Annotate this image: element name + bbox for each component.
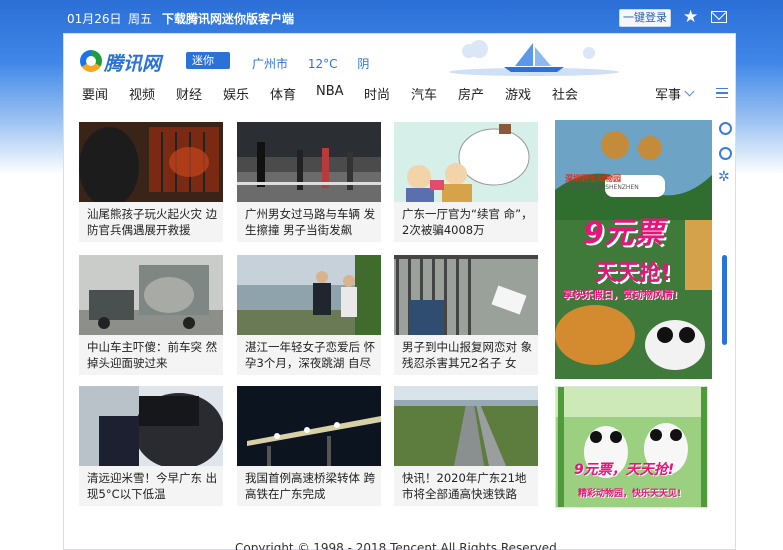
date-text: 01月26日 (67, 12, 122, 26)
news-thumbnail (237, 122, 381, 202)
news-thumbnail (79, 122, 223, 202)
news-caption: 中山车主吓傻：前车突 然掉头迎面驶过来 (87, 340, 218, 370)
mail-icon[interactable] (711, 11, 727, 23)
tencent-logo[interactable]: 腾讯网 迷你版 (80, 49, 230, 84)
ad-small-subtitle: 精彩动物园，快乐天天见! (578, 489, 682, 499)
news-card[interactable]: 中山车主吓傻：前车突 然掉头迎面驶过来 (79, 255, 223, 375)
news-card[interactable]: 我国首例高速桥梁转体 跨高铁在广东完成 (237, 386, 381, 506)
news-thumbnail (394, 386, 538, 466)
nav-item-nba[interactable]: NBA (316, 84, 344, 99)
news-card[interactable]: 汕尾熊孩子玩火起火灾 边防官兵偶遇展开救援 (79, 122, 223, 242)
weather-info[interactable]: 广州市 12°C 阴 (252, 55, 385, 72)
ad-headline: 9元票 (583, 216, 664, 251)
news-card[interactable]: 快讯！2020年广东21地 市将全部通高快速铁路 (394, 386, 538, 506)
news-caption: 广东一厅官为“续官 命”，2次被骗4008万 (402, 207, 533, 237)
ad-park-name: 深圳野生动物园 (565, 174, 621, 183)
one-click-login-button[interactable]: 一键登录 (619, 9, 671, 27)
news-thumbnail (79, 255, 223, 335)
news-thumbnail (237, 386, 381, 466)
weather-condition-text: 阴 (357, 57, 370, 71)
copyright-footer: Copyright © 1998 - 2018 Tencent All Righ… (235, 541, 557, 550)
sailboat-illustration-icon (449, 40, 619, 76)
nav-more-military[interactable]: 军事 (655, 84, 681, 103)
category-nav: 要闻 视频 财经 娱乐 体育 NBA 时尚 汽车 房产 游戏 社会 军事 (64, 82, 735, 106)
ad-park-name-en: SAFARI PARK SHENZHEN (565, 184, 639, 191)
news-caption: 男子到中山报复网恋对 象 残忍杀害其兄2名子 女 (402, 340, 533, 370)
play-icon[interactable] (719, 147, 732, 160)
news-caption: 我国首例高速桥梁转体 跨高铁在广东完成 (245, 471, 376, 501)
star-icon[interactable]: ★ (683, 7, 698, 27)
nav-item-games[interactable]: 游戏 (505, 84, 531, 103)
refresh-icon[interactable] (719, 122, 732, 135)
settings-icon[interactable]: ✲ (718, 169, 730, 185)
scrollbar-thumb[interactable] (722, 255, 727, 345)
news-card[interactable]: 广东一厅官为“续官 命”，2次被骗4008万 (394, 122, 538, 242)
news-caption: 快讯！2020年广东21地 市将全部通高快速铁路 (402, 471, 527, 501)
nav-item-yaowen[interactable]: 要闻 (82, 84, 108, 103)
news-thumbnail (79, 386, 223, 466)
nav-item-sports[interactable]: 体育 (270, 84, 296, 103)
ad-subtitle: 享快乐假日，赏动物风情! (563, 290, 678, 301)
nav-item-society[interactable]: 社会 (552, 84, 578, 103)
news-thumbnail (237, 255, 381, 335)
nav-item-video[interactable]: 视频 (129, 84, 155, 103)
news-caption: 汕尾熊孩子玩火起火灾 边防官兵偶遇展开救援 (87, 207, 218, 237)
menu-icon[interactable] (716, 88, 728, 98)
ad-slogan: 天天抢! (595, 261, 672, 286)
chevron-down-icon[interactable] (684, 86, 695, 97)
ad-small-headline: 9元票，天天抢! (574, 462, 675, 478)
nav-item-fashion[interactable]: 时尚 (364, 84, 390, 103)
news-card[interactable]: 清远迎米雪！今早广东 出现5°C以下低温 (79, 386, 223, 506)
news-caption: 湛江一年轻女子恋爱后 怀孕3个月，深夜跳湖 自尽 (245, 340, 376, 370)
news-card[interactable]: 男子到中山报复网恋对 象 残忍杀害其兄2名子 女 (394, 255, 538, 375)
download-client-link[interactable]: 下载腾讯网迷你版客户端 (162, 10, 294, 27)
nav-item-house[interactable]: 房产 (458, 84, 484, 103)
weekday-text: 周五 (128, 12, 153, 26)
mini-badge: 迷你版 (186, 52, 230, 84)
news-caption: 广州男女过马路与车辆 发生擦撞 男子当街发飙 (245, 207, 376, 237)
safari-park-ad-banner[interactable]: 深圳野生动物园 SAFARI PARK SHENZHEN 9元票 天天抢! 享快… (555, 120, 712, 379)
nav-item-auto[interactable]: 汽车 (411, 84, 437, 103)
panda-ad-banner[interactable]: 9元票，天天抢! 精彩动物园，快乐天天见! (555, 386, 708, 508)
news-card[interactable]: 湛江一年轻女子恋爱后 怀孕3个月，深夜跳湖 自尽 (237, 255, 381, 375)
top-bar: 01月26日 周五 下载腾讯网迷你版客户端 一键登录 ★ (0, 0, 783, 33)
news-thumbnail (394, 255, 538, 335)
temperature-text: 12°C (307, 57, 338, 71)
news-thumbnail (394, 122, 538, 202)
logo-icon (80, 50, 102, 72)
news-caption: 清远迎米雪！今早广东 出现5°C以下低温 (87, 471, 218, 501)
news-card[interactable]: 广州男女过马路与车辆 发生擦撞 男子当街发飙 (237, 122, 381, 242)
city-text: 广州市 (252, 57, 289, 71)
logo-text: 腾讯网 (104, 53, 162, 75)
nav-item-entertainment[interactable]: 娱乐 (223, 84, 249, 103)
nav-item-finance[interactable]: 财经 (176, 84, 202, 103)
